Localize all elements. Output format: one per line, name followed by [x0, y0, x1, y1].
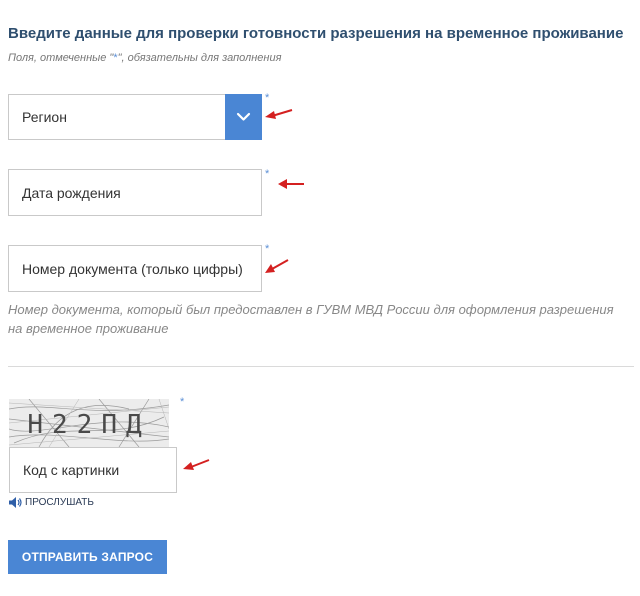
region-dropdown-button[interactable] — [225, 94, 262, 140]
region-select[interactable]: Регион — [8, 94, 234, 140]
submit-button[interactable]: ОТПРАВИТЬ ЗАПРОС — [8, 540, 167, 574]
red-arrow-annotation — [265, 259, 289, 273]
red-arrow-annotation — [278, 179, 304, 189]
red-arrow-annotation — [265, 109, 293, 119]
required-marker: * — [265, 168, 270, 180]
document-number-placeholder: Номер документа (только цифры) — [22, 260, 243, 277]
captcha-input[interactable]: Код с картинки — [9, 447, 177, 493]
required-marker: * — [180, 396, 185, 408]
required-marker: * — [265, 92, 270, 104]
listen-label: ПРОСЛУШАТЬ — [25, 497, 94, 509]
region-select-label: Регион — [22, 109, 67, 125]
listen-captcha-link[interactable]: ПРОСЛУШАТЬ — [9, 497, 94, 508]
required-marker: * — [265, 243, 270, 255]
required-fields-note: Поля, отмеченные "*", обязательны для за… — [8, 52, 282, 64]
birth-date-placeholder: Дата рождения — [22, 184, 121, 201]
document-number-hint: Номер документа, который был предоставле… — [8, 302, 614, 336]
red-arrow-annotation — [183, 459, 210, 470]
speaker-icon — [9, 497, 22, 508]
document-number-field[interactable]: Номер документа (только цифры) — [8, 245, 262, 292]
birth-date-field[interactable]: Дата рождения — [8, 169, 262, 216]
captcha-image: Н22ПД — [9, 399, 169, 447]
page-title: Введите данные для проверки готовности р… — [8, 25, 624, 42]
captcha-placeholder: Код с картинки — [23, 462, 120, 478]
divider — [8, 366, 634, 367]
svg-text:Н22ПД: Н22ПД — [27, 410, 150, 440]
chevron-down-icon — [236, 112, 251, 121]
